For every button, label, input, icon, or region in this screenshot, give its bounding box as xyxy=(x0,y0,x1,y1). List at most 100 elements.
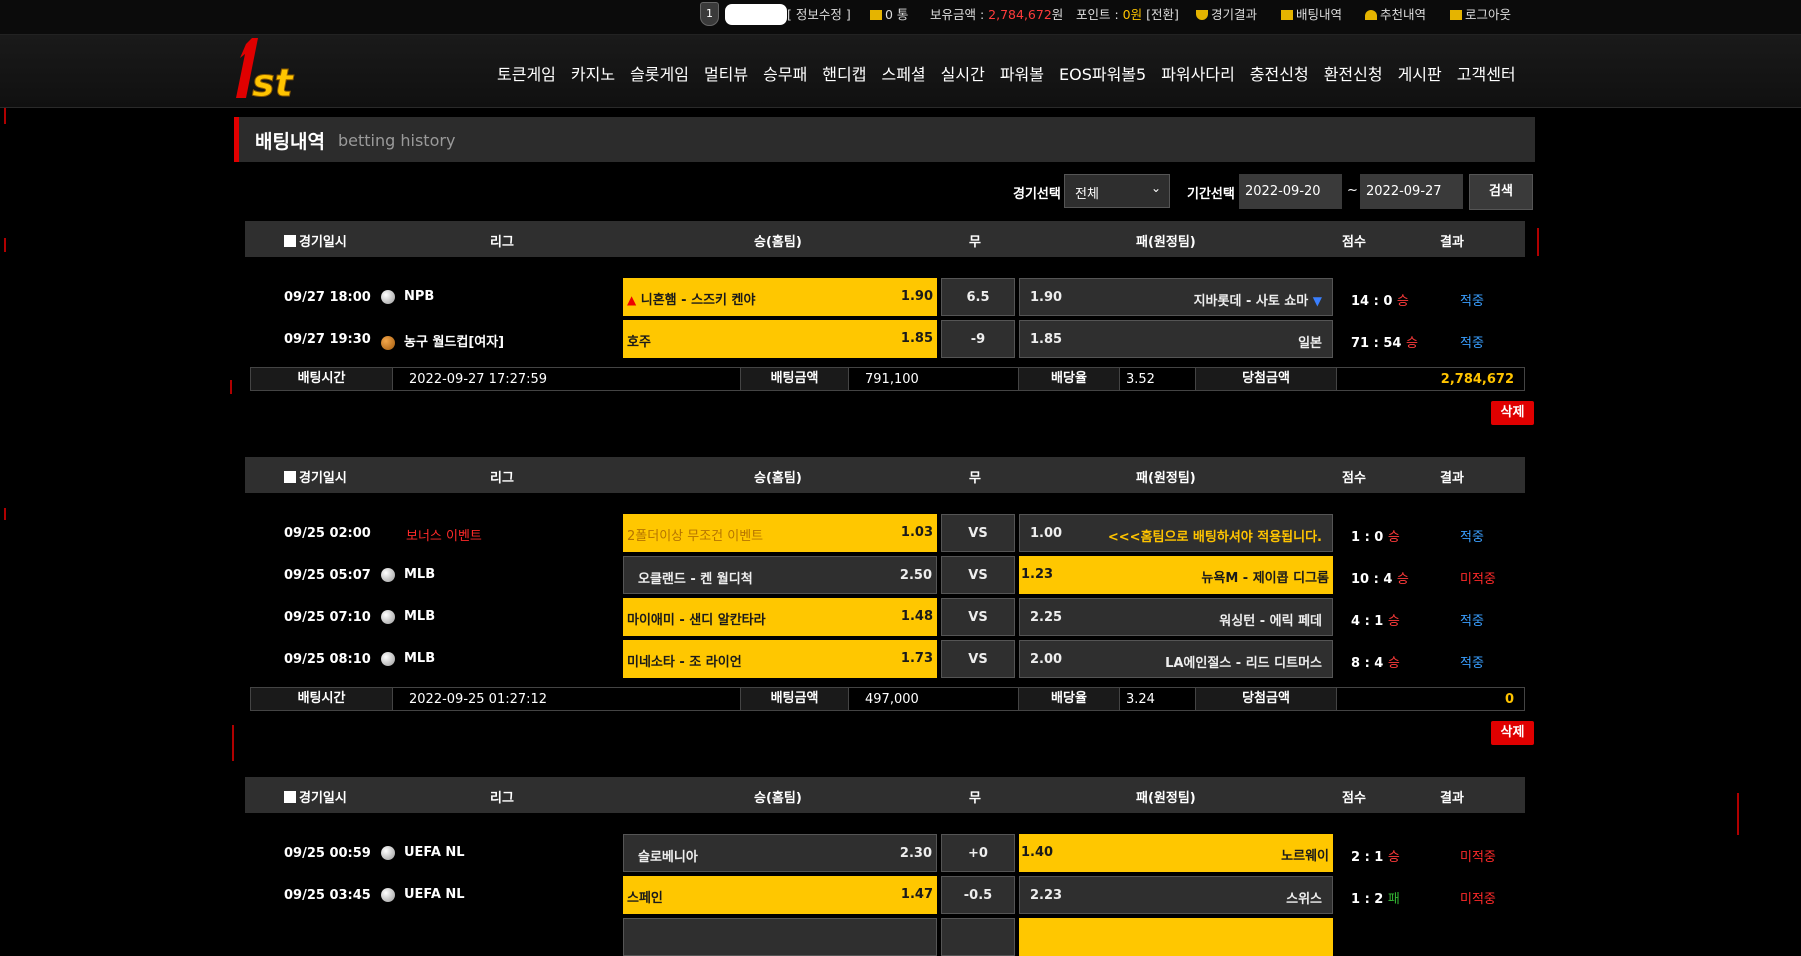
result-status: 미적중 xyxy=(1460,892,1496,907)
table-row: 09/25 03:45 UEFA NL 스페인 1.47 -0.5 2.23 스위스… xyxy=(234,876,1535,914)
header-away: 패(원정팀) xyxy=(1136,235,1196,250)
nav-item-power-ladder[interactable]: 파워사다리 xyxy=(1161,65,1235,84)
table-row: 09/25 07:10 MLB 마이애미 - 샌디 알칸타라 1.48 VS 2.… xyxy=(234,598,1535,636)
home-pick[interactable] xyxy=(623,918,937,956)
home-pick[interactable]: 마이애미 - 샌디 알칸타라 1.48 xyxy=(623,598,937,636)
draw-pick[interactable]: VS xyxy=(941,514,1015,552)
nav-item-eos-powerball5[interactable]: EOS파워볼5 xyxy=(1059,65,1146,84)
home-pick[interactable]: 스페인 1.47 xyxy=(623,876,937,914)
nav-item-live[interactable]: 실시간 xyxy=(941,65,985,84)
arrow-down-icon: ▼ xyxy=(1312,294,1322,308)
top-bar: 1 [ 정보수정 ] 0 통 보유금액 : 2,784,672원 포인트 : 0… xyxy=(0,0,1801,34)
draw-pick[interactable]: VS xyxy=(941,598,1015,636)
nav-item-handicap[interactable]: 핸디캡 xyxy=(822,65,866,84)
draw-pick[interactable]: -0.5 xyxy=(941,876,1015,914)
nav-item-slot-game[interactable]: 슬롯게임 xyxy=(630,65,689,84)
info-edit-link[interactable]: [ 정보수정 ] xyxy=(787,4,851,23)
date-from-input[interactable]: 2022-09-20 xyxy=(1239,174,1342,209)
home-pick[interactable]: 호주 1.85 xyxy=(623,320,937,358)
header-score: 점수 xyxy=(1342,235,1366,250)
date-to-input[interactable]: 2022-09-27 xyxy=(1360,174,1463,209)
away-pick[interactable]: 1.00 <<<홈팀으로 배팅하셔야 적용됩니다. xyxy=(1019,514,1333,552)
home-pick[interactable]: ▲ 니혼햄 - 스즈키 켄야 1.90 xyxy=(623,278,937,316)
away-pick[interactable]: 2.23 스위스 xyxy=(1019,876,1333,914)
away-pick[interactable] xyxy=(1019,918,1333,956)
draw-pick[interactable] xyxy=(941,918,1015,956)
nav-item-support[interactable]: 고객센터 xyxy=(1457,65,1516,84)
game-results-link[interactable]: 경기결과 xyxy=(1196,4,1257,23)
site-logo[interactable]: st xyxy=(232,34,322,106)
nav-menu: 토큰게임 카지노 슬롯게임 멀티뷰 승무패 핸디캡 스페셜 실시간 파워볼 EOS파워볼5 파워사다… xyxy=(497,61,1531,85)
header-league: 리그 xyxy=(490,235,514,250)
nav-item-powerball[interactable]: 파워볼 xyxy=(1000,65,1044,84)
draw-pick[interactable]: 6.5 xyxy=(941,278,1015,316)
baseball-icon xyxy=(381,290,395,304)
logo-graphic: st xyxy=(236,38,295,106)
header-datetime: 경기일시 xyxy=(284,231,347,250)
select-all-checkbox[interactable] xyxy=(284,791,296,803)
filter-game-label: 경기선택 xyxy=(1013,187,1061,202)
messages-link[interactable]: 0 통 xyxy=(870,4,908,23)
header-result: 결과 xyxy=(1440,235,1464,250)
slip-3-header: 경기일시 리그 승(홈팀) 무 패(원정팀) 점수 결과 xyxy=(245,777,1525,813)
page-title: 배팅내역 xyxy=(255,131,325,153)
search-button[interactable]: 검색 xyxy=(1469,174,1533,210)
table-row: 09/25 08:10 MLB 미네소타 - 조 라이언 1.73 VS 2.00… xyxy=(234,640,1535,678)
nav-item-casino[interactable]: 카지노 xyxy=(571,65,615,84)
delete-button[interactable]: 삭제 xyxy=(1491,721,1534,745)
nav-item-multiview[interactable]: 멀티뷰 xyxy=(704,65,748,84)
draw-pick[interactable]: -9 xyxy=(941,320,1015,358)
logout-icon xyxy=(1450,10,1462,20)
rank-badge: 1 xyxy=(700,2,719,26)
page-subtitle: betting history xyxy=(338,131,456,150)
draw-pick[interactable]: +0 xyxy=(941,834,1015,872)
users-icon xyxy=(1365,10,1377,20)
result-status: 적중 xyxy=(1460,336,1484,351)
nav-item-board[interactable]: 게시판 xyxy=(1398,65,1442,84)
slip-2-summary: 배팅시간 2022-09-25 01:27:12 배팅금액 497,000 배당… xyxy=(250,687,1525,711)
nav-item-deposit[interactable]: 충전신청 xyxy=(1250,65,1309,84)
page-title-bar: 배팅내역 betting history xyxy=(234,117,1535,162)
select-all-checkbox[interactable] xyxy=(284,471,296,483)
away-pick[interactable]: 1.40 노르웨이 xyxy=(1019,834,1333,872)
away-pick[interactable]: 2.25 워싱턴 - 에릭 페데 xyxy=(1019,598,1333,636)
table-row: 09/27 19:30 농구 월드컵[여자] 호주 1.85 -9 1.85 일본 … xyxy=(234,320,1535,358)
recommend-link[interactable]: 추천내역 xyxy=(1365,4,1426,23)
nav-item-special[interactable]: 스페셜 xyxy=(881,65,925,84)
points-convert-link[interactable]: [전환] xyxy=(1146,7,1179,22)
betting-history-panel: 배팅내역 betting history 경기선택 전체 ⌄ 기간선택 2022… xyxy=(234,117,1535,956)
delete-button[interactable]: 삭제 xyxy=(1491,401,1534,425)
result-status: 적중 xyxy=(1460,614,1484,629)
home-pick[interactable]: 미네소타 - 조 라이언 1.73 xyxy=(623,640,937,678)
slip-2-header: 경기일시 리그 승(홈팀) 무 패(원정팀) 점수 결과 xyxy=(245,457,1525,493)
table-row-partial xyxy=(234,918,1535,956)
result-status: 적중 xyxy=(1460,294,1484,309)
away-pick[interactable]: 1.85 일본 xyxy=(1019,320,1333,358)
table-row: 09/25 00:59 UEFA NL 슬로베니아 2.30 +0 1.40 노르웨… xyxy=(234,834,1535,872)
home-pick[interactable]: 오클랜드 - 켄 월디척 2.50 xyxy=(623,556,937,594)
logout-link[interactable]: 로그아웃 xyxy=(1450,4,1511,23)
home-pick[interactable]: 2폴더이상 무조건 이벤트 1.03 xyxy=(623,514,937,552)
nav-item-token-game[interactable]: 토큰게임 xyxy=(497,65,556,84)
nav-item-win-draw-lose[interactable]: 승무패 xyxy=(763,65,807,84)
table-row: 09/27 18:00 NPB ▲ 니혼햄 - 스즈키 켄야 1.90 6.5 1… xyxy=(234,278,1535,316)
draw-pick[interactable]: VS xyxy=(941,640,1015,678)
baseball-icon xyxy=(381,568,395,582)
soccer-ball-icon xyxy=(381,846,395,860)
username-redacted xyxy=(725,4,787,25)
game-select[interactable]: 전체 ⌄ xyxy=(1064,174,1170,208)
bet-history-link[interactable]: 배팅내역 xyxy=(1281,4,1342,23)
table-row: 09/25 05:07 MLB 오클랜드 - 켄 월디척 2.50 VS 1.23… xyxy=(234,556,1535,594)
slip-1-summary: 배팅시간 2022-09-27 17:27:59 배팅금액 791,100 배당… xyxy=(250,367,1525,391)
soccer-ball-icon xyxy=(381,888,395,902)
nav-item-withdraw[interactable]: 환전신청 xyxy=(1324,65,1383,84)
baseball-icon xyxy=(381,652,395,666)
away-pick[interactable]: 1.23 뉴욕M - 제이콥 디그롬 xyxy=(1019,556,1333,594)
home-pick[interactable]: 슬로베니아 2.30 xyxy=(623,834,937,872)
away-pick[interactable]: 2.00 LA에인절스 - 리드 디트머스 xyxy=(1019,640,1333,678)
header-draw: 무 xyxy=(969,235,981,250)
away-pick[interactable]: 1.90 지바롯데 - 사토 쇼마 ▼ xyxy=(1019,278,1333,316)
draw-pick[interactable]: VS xyxy=(941,556,1015,594)
select-all-checkbox[interactable] xyxy=(284,235,296,247)
points: 포인트 : 0원 [전환] xyxy=(1076,7,1179,22)
